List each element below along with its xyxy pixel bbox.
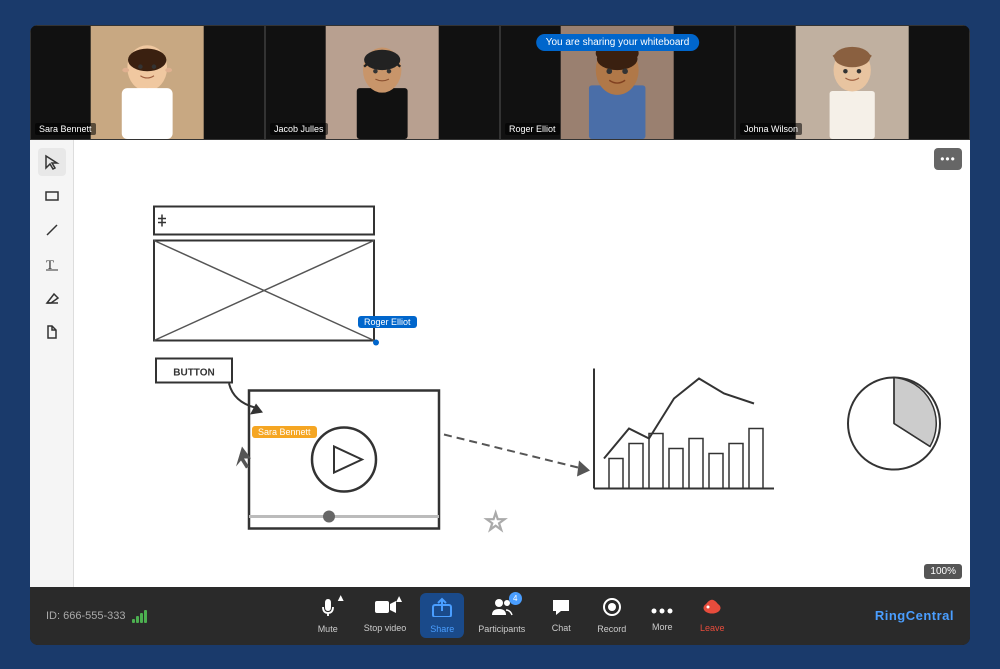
signal-bar-3 — [140, 613, 143, 623]
app-window: Sara Bennett Jacob Julles — [30, 25, 970, 645]
chat-icon — [551, 598, 571, 621]
leave-button[interactable]: Leave — [690, 594, 734, 637]
leave-label: Leave — [700, 623, 725, 633]
chat-button[interactable]: Chat — [539, 594, 583, 637]
meeting-id: ID: 666-555-333 — [46, 609, 186, 623]
signal-bar-2 — [136, 616, 139, 623]
zoom-indicator: 100% — [924, 564, 962, 579]
drawing-toolbar: T — [30, 140, 74, 587]
stop-video-button[interactable]: ▲ Stop video — [356, 594, 415, 637]
signal-bar-1 — [132, 619, 135, 623]
whiteboard[interactable]: BUTTON — [74, 140, 970, 587]
svg-text:☆: ☆ — [484, 506, 507, 536]
tool-eraser[interactable] — [38, 284, 66, 312]
signal-strength — [132, 609, 147, 623]
name-tag-jacob: Jacob Julles — [270, 123, 328, 135]
cursor-label-sara: Sara Bennett — [252, 426, 317, 438]
main-area: T — [30, 140, 970, 587]
participant-tile-sara: Sara Bennett — [30, 25, 265, 140]
participant-tile-johna: Johna Wilson — [735, 25, 970, 140]
tool-text[interactable]: T — [38, 250, 66, 278]
share-label: Share — [430, 624, 454, 634]
mute-label: Mute — [318, 624, 338, 634]
more-icon — [651, 599, 673, 620]
tool-pen[interactable] — [38, 216, 66, 244]
participants-badge: 4 — [509, 592, 522, 605]
svg-text:BUTTON: BUTTON — [173, 367, 214, 378]
participant-strip: Sara Bennett Jacob Julles — [30, 25, 970, 140]
mute-icon: ▲ — [318, 597, 338, 622]
chat-label: Chat — [552, 623, 571, 633]
record-icon — [602, 597, 622, 622]
share-icon — [431, 597, 453, 622]
record-label: Record — [597, 624, 626, 634]
more-label: More — [652, 622, 673, 632]
more-options-button[interactable]: ••• — [934, 148, 962, 170]
share-button[interactable]: Share — [420, 593, 464, 638]
participants-button[interactable]: 4 Participants — [470, 593, 533, 638]
name-tag-sara: Sara Bennett — [35, 123, 96, 135]
stop-video-label: Stop video — [364, 623, 407, 633]
signal-bar-4 — [144, 610, 147, 623]
tool-file[interactable] — [38, 318, 66, 346]
tool-rectangle[interactable] — [38, 182, 66, 210]
mute-button[interactable]: ▲ Mute — [306, 593, 350, 638]
stop-video-icon: ▲ — [374, 598, 396, 621]
leave-icon — [701, 598, 723, 621]
more-button[interactable]: More — [640, 595, 684, 636]
participants-label: Participants — [478, 624, 525, 634]
sharing-banner: You are sharing your whiteboard — [536, 34, 700, 51]
ringcentral-logo: RingCentral — [854, 608, 954, 623]
participant-tile-roger: You are sharing your whiteboard Roger El… — [500, 25, 735, 140]
tool-select[interactable] — [38, 148, 66, 176]
record-button[interactable]: Record — [589, 593, 634, 638]
participants-icon: 4 — [490, 597, 514, 622]
bottom-bar: ID: 666-555-333 ▲ Mute — [30, 587, 970, 645]
meeting-id-text: ID: 666-555-333 — [46, 610, 126, 622]
name-tag-johna: Johna Wilson — [740, 123, 802, 135]
participant-tile-jacob: Jacob Julles — [265, 25, 500, 140]
cursor-label-roger: Roger Elliot — [358, 316, 417, 328]
name-tag-roger: Roger Elliot — [505, 123, 560, 135]
meeting-controls: ▲ Mute ▲ Stop video Share — [186, 593, 854, 638]
